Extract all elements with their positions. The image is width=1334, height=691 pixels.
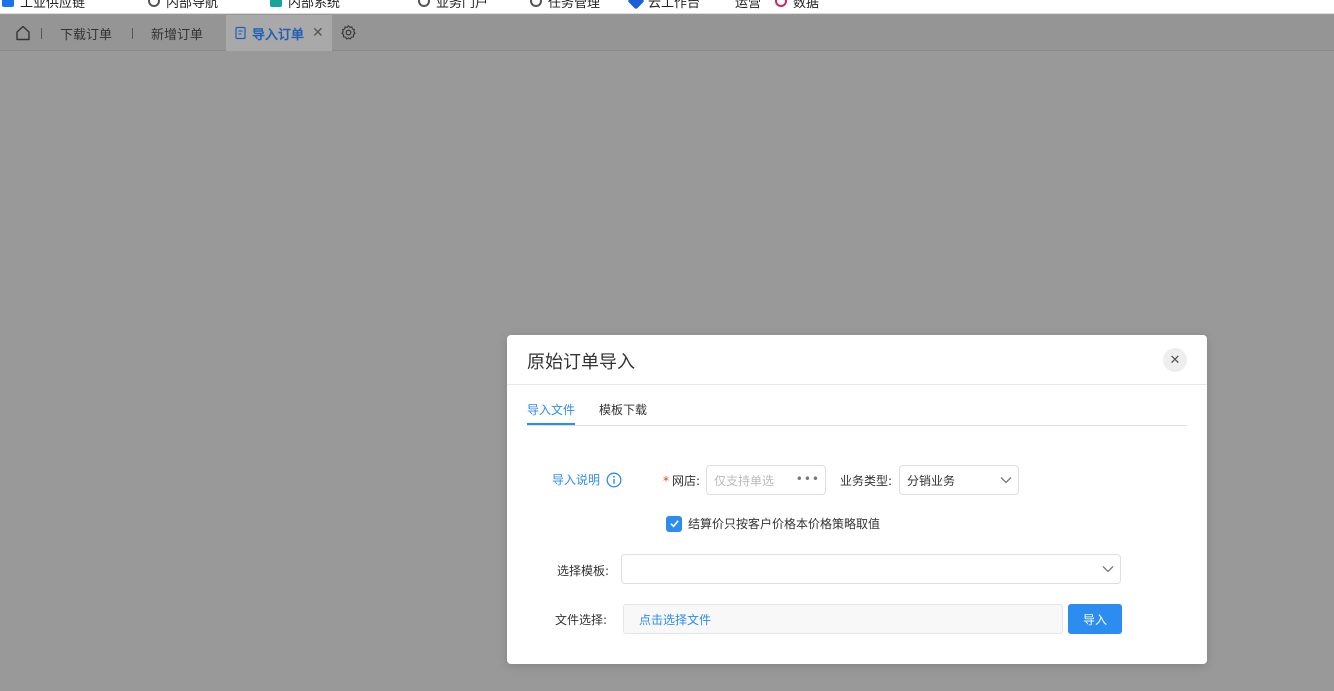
business-type-value: 分销业务 <box>907 473 956 488</box>
chevron-down-icon <box>1000 477 1012 484</box>
bookmark-icon <box>418 0 430 7</box>
import-dialog: 原始订单导入 ✕ 导入文件 模板下载 导入说明 * 网店: 仅支持单选 ••• 业… <box>507 335 1207 664</box>
close-icon[interactable]: ✕ <box>312 25 324 41</box>
bookmark-icon <box>775 0 787 7</box>
bookmarks-bar: 工业供应链 内部导航 内部系统 业务门户 任务管理 云工作台 运营 数据 <box>0 0 1334 14</box>
dialog-header: 原始订单导入 ✕ <box>507 335 1207 385</box>
bookmark-icon <box>530 0 542 7</box>
bookmark-item[interactable]: 数据 <box>775 0 819 11</box>
choose-file-button[interactable]: 点击选择文件 <box>623 604 1063 634</box>
bookmark-item[interactable]: 业务门户 <box>418 0 488 11</box>
settlement-price-label: 结算价只按客户价格本价格策略取值 <box>688 517 881 531</box>
bookmark-icon <box>270 0 282 7</box>
bookmark-item[interactable]: 内部导航 <box>148 0 218 11</box>
tab-download-orders[interactable]: 下载订单 <box>60 15 112 51</box>
bookmark-icon <box>148 0 160 7</box>
business-type-select[interactable]: 分销业务 <box>899 465 1019 495</box>
dialog-close-button[interactable]: ✕ <box>1163 348 1187 372</box>
tab-import-file[interactable]: 导入文件 <box>527 401 575 418</box>
business-type-label: 业务类型: <box>840 474 893 488</box>
close-icon: ✕ <box>1169 352 1181 368</box>
shop-label: * 网店: <box>663 474 701 488</box>
tab-bar: 下载订单 新增订单 导入订单 ✕ <box>0 15 1334 51</box>
info-icon <box>606 472 622 487</box>
home-icon[interactable] <box>14 24 32 42</box>
template-select[interactable] <box>621 554 1121 584</box>
tab-new-order[interactable]: 新增订单 <box>151 15 203 51</box>
tab-separator <box>41 28 42 39</box>
chevron-down-icon <box>1102 566 1114 573</box>
bookmark-item[interactable]: 运营 <box>735 0 761 11</box>
shop-placeholder: 仅支持单选 <box>714 473 775 488</box>
bookmark-item[interactable]: 工业供应链 <box>2 0 85 11</box>
bookmark-icon <box>2 0 14 7</box>
more-icon[interactable]: ••• <box>796 472 820 486</box>
tab-template-download[interactable]: 模板下载 <box>599 401 647 418</box>
active-tab-indicator <box>527 423 575 425</box>
template-label: 选择模板: <box>557 564 610 578</box>
tab-separator <box>132 28 133 39</box>
required-mark: * <box>663 474 669 488</box>
bookmark-icon <box>627 0 645 10</box>
settlement-price-option: 结算价只按客户价格本价格策略取值 <box>666 515 880 532</box>
import-button[interactable]: 导入 <box>1068 604 1122 634</box>
dialog-tabs: 导入文件 模板下载 <box>527 395 1187 426</box>
shop-select[interactable]: 仅支持单选 ••• <box>706 465 826 495</box>
document-icon <box>235 26 246 40</box>
import-instructions-link[interactable]: 导入说明 <box>552 471 622 488</box>
file-label: 文件选择: <box>555 613 608 627</box>
bookmark-item[interactable]: 云工作台 <box>627 0 700 11</box>
tab-import-orders[interactable]: 导入订单 ✕ <box>226 15 332 51</box>
check-icon <box>669 520 679 528</box>
gear-icon[interactable] <box>340 24 357 41</box>
dialog-title: 原始订单导入 <box>527 352 635 373</box>
settlement-price-checkbox[interactable] <box>666 515 682 532</box>
bookmark-item[interactable]: 任务管理 <box>530 0 600 11</box>
bookmark-item[interactable]: 内部系统 <box>270 0 340 11</box>
